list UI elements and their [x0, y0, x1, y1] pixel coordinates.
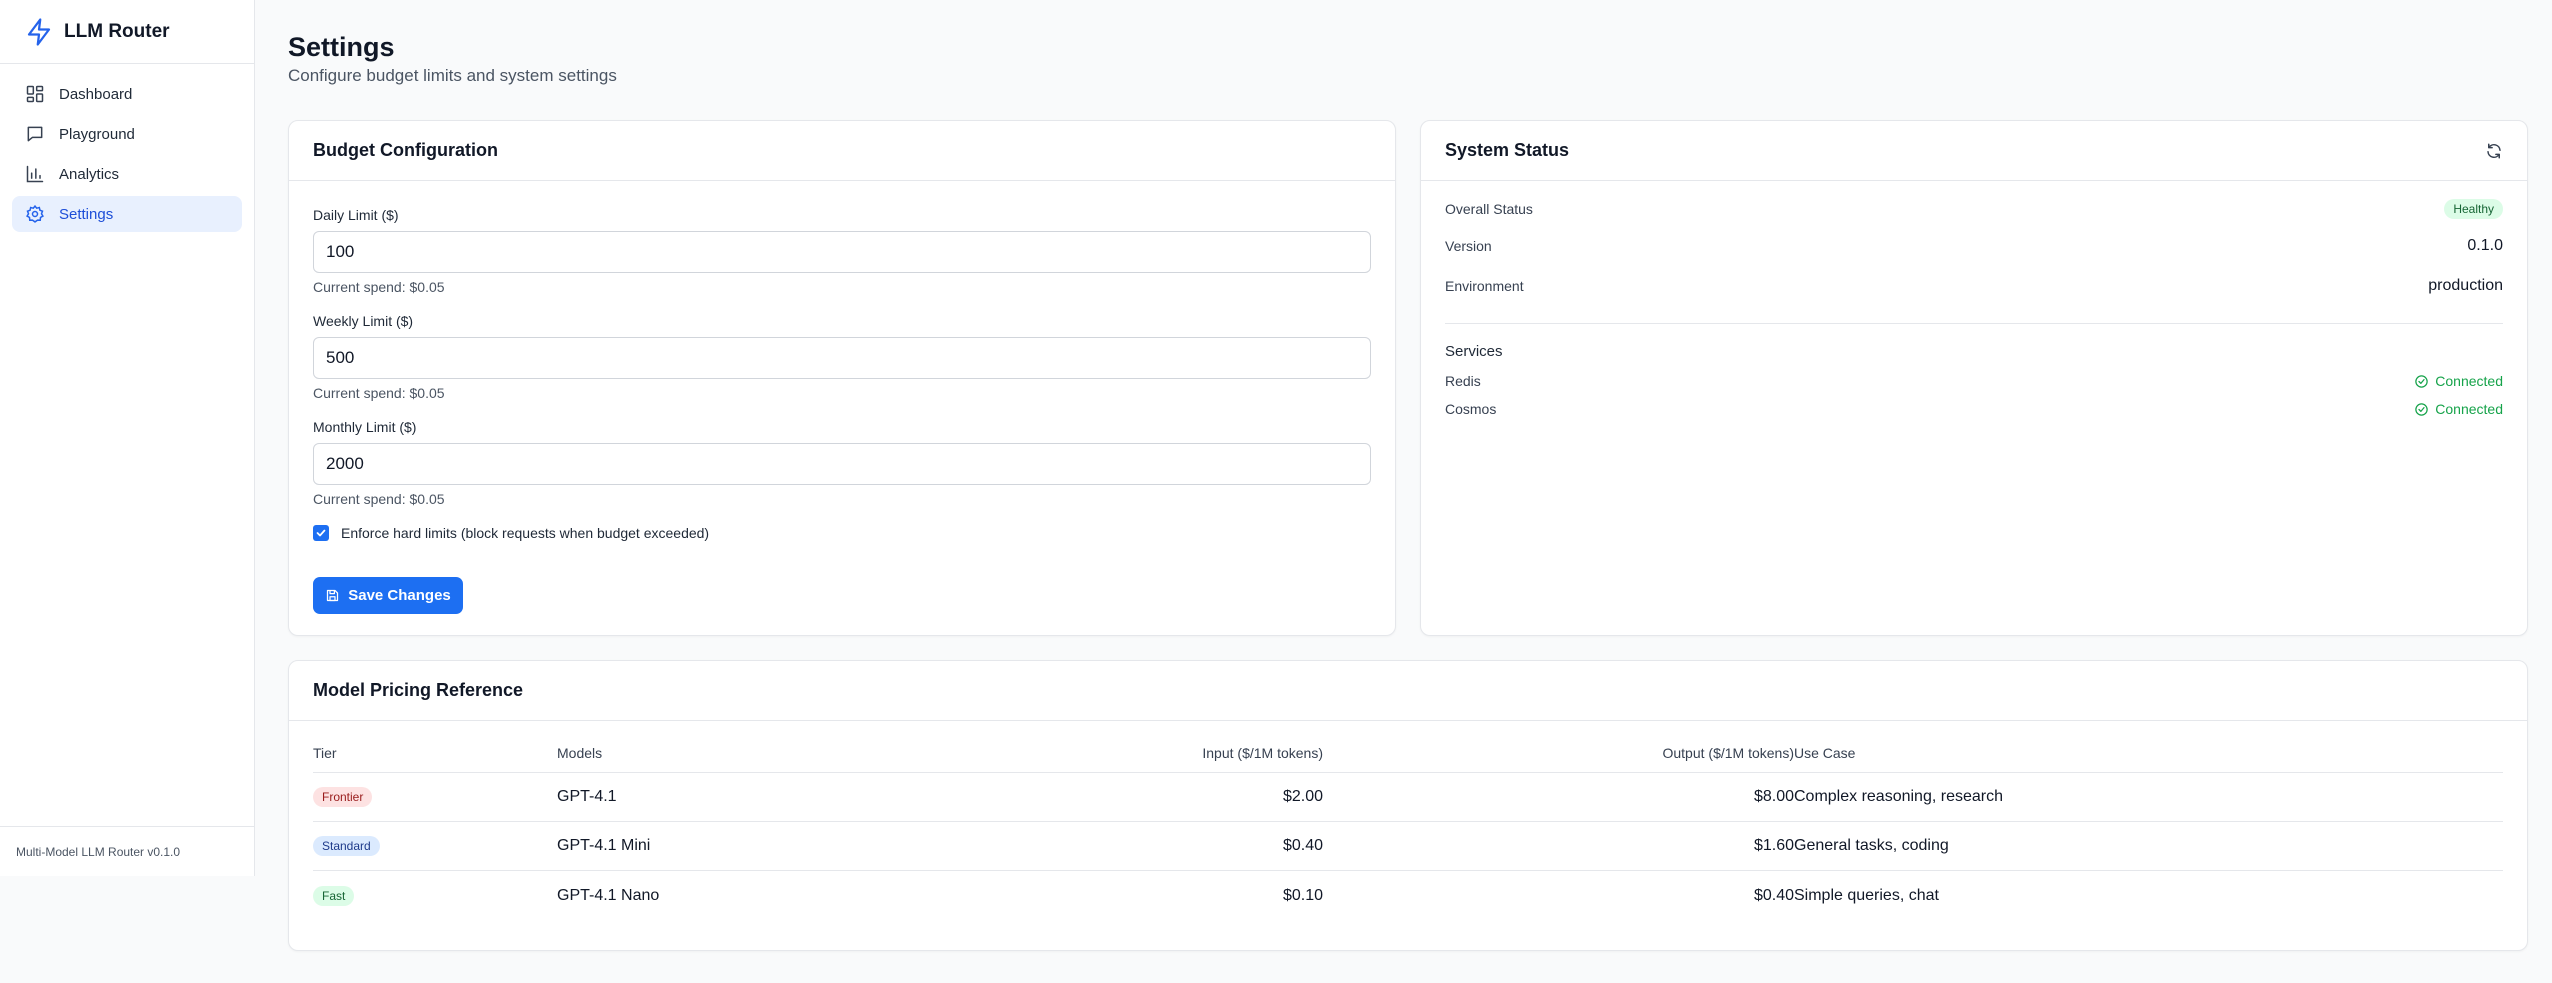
table-row: Frontier GPT-4.1 $2.00 $8.00 Complex rea…: [313, 773, 2503, 822]
card-title: Model Pricing Reference: [313, 680, 524, 700]
budget-configuration-card: Budget Configuration Daily Limit ($) Cur…: [288, 120, 1396, 636]
services-title: Services: [1445, 343, 1503, 360]
dashboard-icon: [26, 85, 44, 103]
save-icon: [327, 589, 339, 602]
card-header: Model Pricing Reference: [289, 661, 2527, 721]
app-name: LLM Router: [64, 20, 170, 42]
table-header-row: Tier Models Input ($/1M tokens) Output (…: [313, 733, 2503, 773]
tier-badge: Frontier: [313, 787, 373, 807]
sidebar: LLM Router Dashboard Playground Analytic…: [0, 0, 255, 876]
daily-limit-label: Daily Limit ($): [313, 207, 399, 223]
tier-badge: Fast: [313, 885, 355, 906]
weekly-current-spend: Current spend: $0.05: [313, 385, 445, 401]
enforce-hard-limits-checkbox[interactable]: [313, 525, 329, 541]
daily-current-spend: Current spend: $0.05: [313, 279, 445, 295]
service-status-label: Connected: [2435, 401, 2503, 417]
model-pricing-card: Model Pricing Reference Tier Models Inpu…: [288, 660, 2528, 951]
save-changes-button[interactable]: Save Changes: [313, 577, 463, 614]
output-price-cell: $8.00: [1753, 788, 1794, 805]
chat-icon: [27, 126, 43, 142]
service-status: Connected: [2414, 373, 2503, 389]
input-price-cell: $2.00: [1282, 788, 1323, 805]
daily-limit-input[interactable]: [313, 231, 1371, 273]
use-case-cell: Complex reasoning, research: [1794, 788, 2003, 805]
daily-limit-field: Daily Limit ($) Current spend: $0.05: [313, 207, 1371, 295]
sidebar-item-label: Settings: [59, 205, 114, 223]
service-status-label: Connected: [2435, 373, 2503, 389]
pricing-table: Tier Models Input ($/1M tokens) Output (…: [313, 733, 2503, 920]
service-name: Redis: [1445, 373, 1481, 389]
brand[interactable]: LLM Router: [0, 0, 254, 64]
weekly-limit-field: Weekly Limit ($) Current spend: $0.05: [313, 313, 1371, 401]
weekly-limit-input[interactable]: [313, 337, 1371, 379]
output-price-cell: $0.40: [1753, 886, 1794, 904]
column-header-output: Output ($/1M tokens): [1662, 744, 1794, 761]
column-header-models: Models: [557, 744, 603, 761]
table-row: Fast GPT-4.1 Nano $0.10 $0.40 Simple que…: [313, 871, 2503, 920]
check-circle-icon: [2415, 402, 2429, 416]
use-case-cell: General tasks, coding: [1794, 837, 1949, 854]
version-row: Version 0.1.0: [1445, 237, 2503, 255]
gear-icon: [26, 204, 44, 223]
overall-status-row: Overall Status Healthy: [1445, 199, 2503, 219]
version-value: 0.1.0: [2467, 237, 2503, 254]
save-changes-label: Save Changes: [348, 587, 451, 604]
tier-cell: Fast: [313, 885, 557, 906]
monthly-current-spend: Current spend: $0.05: [313, 491, 445, 507]
app: LLM Router Dashboard Playground Analytic…: [0, 0, 2552, 983]
page-subtitle: Configure budget limits and system setti…: [288, 66, 617, 85]
sidebar-footer: Multi-Model LLM Router v0.1.0: [0, 826, 254, 876]
enforce-hard-limits-label: Enforce hard limits (block requests when…: [341, 525, 710, 541]
output-price-cell: $1.60: [1753, 837, 1794, 854]
status-badge: Healthy: [2444, 199, 2503, 219]
card-header: System Status: [1421, 121, 2527, 181]
column-header-tier: Tier: [313, 744, 337, 761]
check-circle-icon: [2415, 374, 2429, 388]
column-header-input: Input ($/1M tokens): [1202, 744, 1323, 761]
environment-row: Environment production: [1445, 277, 2503, 295]
overall-status-label: Overall Status: [1445, 201, 1533, 217]
monthly-limit-label: Monthly Limit ($): [313, 419, 417, 435]
input-price-cell: $0.40: [1282, 837, 1323, 854]
checkmark-icon: [316, 529, 326, 537]
weekly-limit-label: Weekly Limit ($): [313, 313, 414, 329]
divider: [1445, 323, 2503, 324]
model-cell: GPT-4.1: [557, 788, 617, 805]
monthly-limit-input[interactable]: [313, 443, 1371, 485]
service-row-redis: Redis Connected: [1445, 373, 2503, 389]
use-case-cell: Simple queries, chat: [1794, 886, 1939, 904]
system-status-card: System Status Overall Status Healthy Ver…: [1420, 120, 2528, 636]
sidebar-item-playground[interactable]: Playground: [12, 116, 242, 152]
table-row: Standard GPT-4.1 Mini $0.40 $1.60 Genera…: [313, 822, 2503, 871]
service-status: Connected: [2414, 401, 2503, 417]
sidebar-item-label: Playground: [59, 125, 135, 143]
column-header-use-case: Use Case: [1794, 744, 1856, 761]
page-title: Settings: [288, 32, 395, 62]
model-cell: GPT-4.1 Mini: [557, 837, 651, 854]
bar-chart-icon: [26, 165, 44, 183]
sidebar-item-dashboard[interactable]: Dashboard: [12, 76, 242, 112]
service-row-cosmos: Cosmos Connected: [1445, 401, 2503, 417]
tier-cell: Frontier: [313, 787, 557, 807]
environment-label: Environment: [1445, 278, 1524, 294]
monthly-limit-field: Monthly Limit ($) Current spend: $0.05: [313, 419, 1371, 507]
sidebar-item-label: Analytics: [59, 165, 120, 183]
enforce-hard-limits-row: Enforce hard limits (block requests when…: [313, 525, 709, 541]
environment-value: production: [2428, 277, 2503, 294]
service-name: Cosmos: [1445, 401, 1497, 417]
card-title: Budget Configuration: [313, 140, 498, 160]
sidebar-item-analytics[interactable]: Analytics: [12, 156, 242, 192]
refresh-icon[interactable]: [2485, 142, 2503, 160]
version-label: Version: [1445, 238, 1492, 254]
tier-badge: Standard: [313, 836, 380, 856]
card-header: Budget Configuration: [289, 121, 1395, 181]
sidebar-nav: Dashboard Playground Analytics Settings: [0, 64, 254, 248]
sidebar-item-label: Dashboard: [59, 85, 133, 103]
tier-cell: Standard: [313, 836, 557, 856]
lightning-icon: [27, 17, 51, 46]
model-cell: GPT-4.1 Nano: [557, 886, 660, 904]
input-price-cell: $0.10: [1282, 886, 1323, 904]
sidebar-item-settings[interactable]: Settings: [12, 196, 242, 232]
card-title: System Status: [1445, 140, 1570, 160]
